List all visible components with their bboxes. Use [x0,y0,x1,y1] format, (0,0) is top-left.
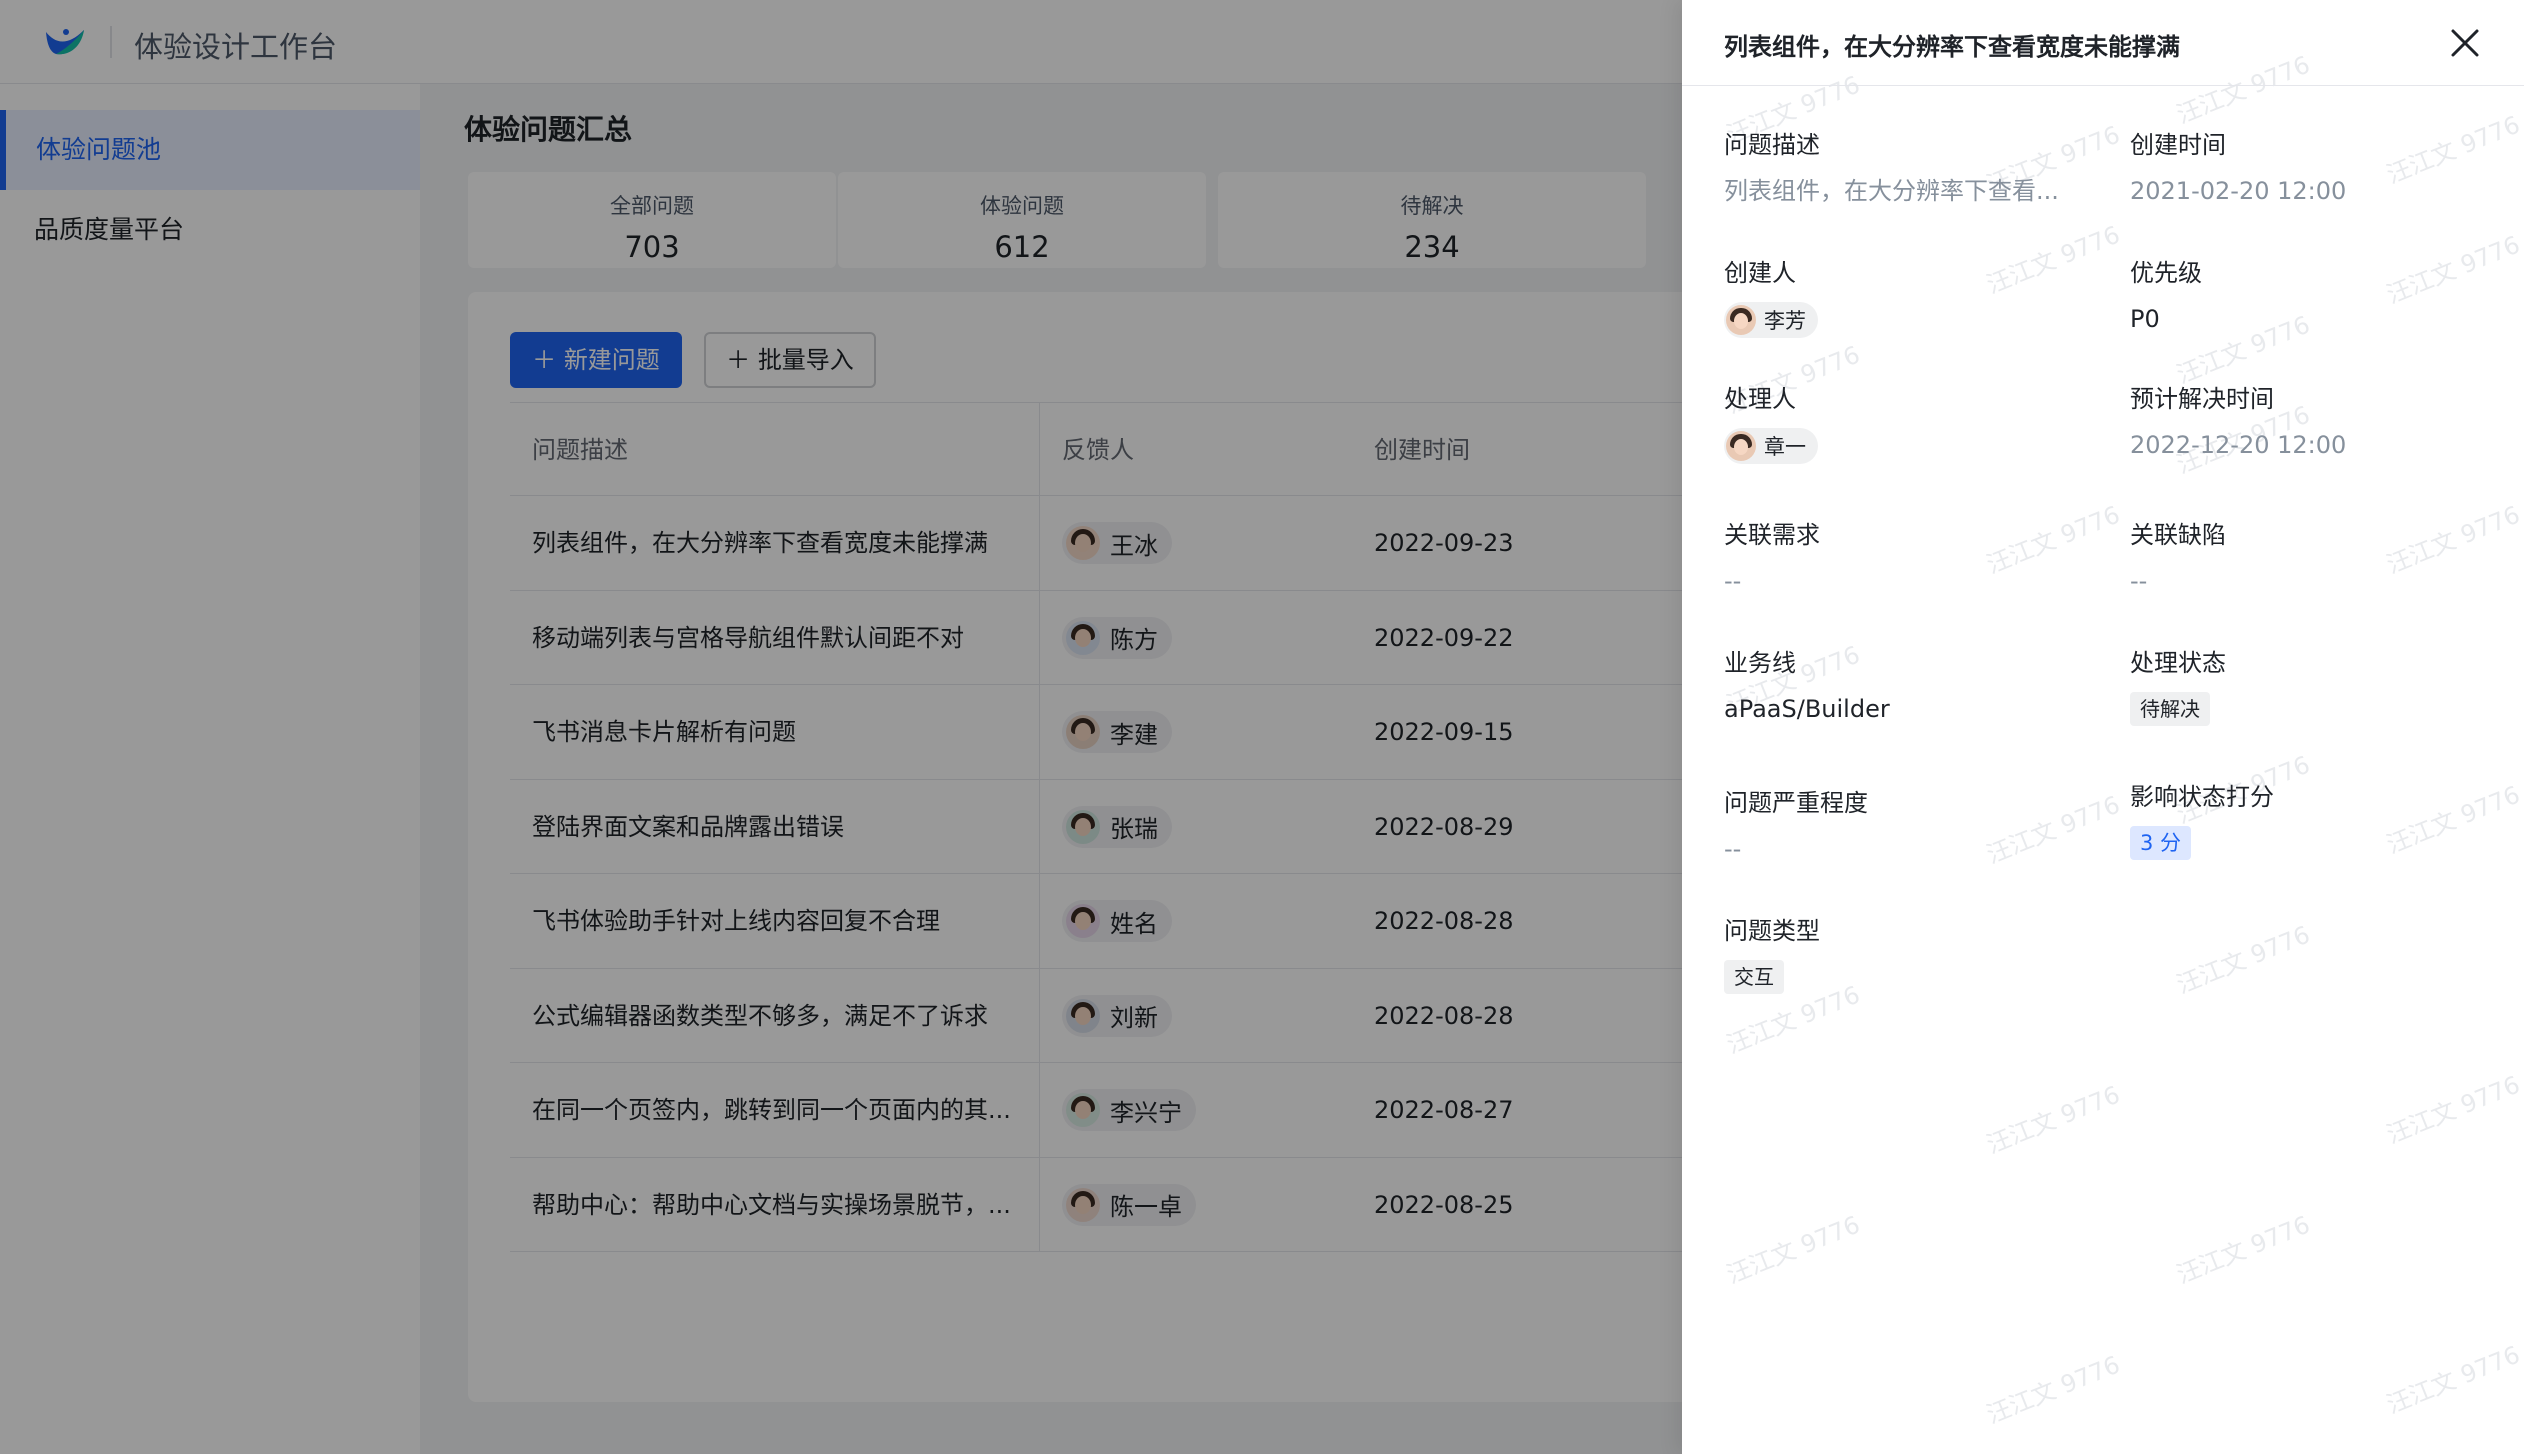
field-label: 处理状态 [2130,649,2226,677]
avatar [1726,305,1756,335]
field-label: 预计解决时间 [2130,385,2274,413]
field-label: 处理人 [1724,385,1796,413]
field-creator: 创建人 李芳 [1724,256,2104,339]
watermark-text: 汪江文 9776 [1982,1080,2124,1160]
avatar [1726,431,1756,461]
field-value: P0 [2130,305,2160,333]
impact-score-badge: 3 分 [2130,826,2192,860]
issue-type-badge: 交互 [1724,960,1784,994]
field-label: 创建人 [1724,259,1796,287]
watermark-text: 汪江文 9776 [2172,920,2314,1000]
drawer-title: 列表组件，在大分辨率下查看宽度未能撑满 [1724,33,2180,61]
field-handler: 处理人 章一 [1724,382,2104,465]
field-label: 创建时间 [2130,131,2226,159]
field-value: -- [1724,567,1742,595]
field-value: 列表组件，在大分辨率下查看... [1724,177,2059,205]
field-label: 关联缺陷 [2130,521,2226,549]
avatar-face [1734,439,1748,455]
field-label: 问题类型 [1724,917,1820,945]
watermark-text: 汪江文 9776 [1982,1350,2124,1430]
field-severity: 问题严重程度 -- [1724,786,2104,866]
field-label: 问题严重程度 [1724,789,1868,817]
field-created-time: 创建时间 2021-02-20 12:00 [2130,128,2510,208]
field-value: -- [1724,835,1742,863]
issue-detail-drawer: 汪江文 9776 汪江文 9776 汪江文 9776 汪江文 9776 汪江文 9776… [1682,0,2524,1454]
field-priority: 优先级 P0 [2130,256,2510,336]
avatar-face [1734,313,1748,329]
watermark-text: 汪江文 9776 [1722,1210,1864,1290]
field-issue-type: 问题类型 交互 [1724,914,2104,994]
creator-chip[interactable]: 李芳 [1724,302,1818,338]
handler-chip[interactable]: 章一 [1724,428,1818,464]
field-expected-time: 预计解决时间 2022-12-20 12:00 [2130,382,2510,462]
field-status: 处理状态 待解决 [2130,646,2510,726]
handler-name: 章一 [1764,435,1806,459]
field-label: 优先级 [2130,259,2202,287]
drawer-header: 列表组件，在大分辨率下查看宽度未能撑满 [1682,0,2524,86]
field-description: 问题描述 列表组件，在大分辨率下查看... [1724,128,2104,208]
field-label: 业务线 [1724,649,1796,677]
field-value: 2021-02-20 12:00 [2130,177,2347,205]
field-label: 影响状态打分 [2130,783,2274,811]
field-related-bug: 关联缺陷 -- [2130,518,2510,598]
field-value: -- [2130,567,2148,595]
watermark-text: 汪江文 9776 [2382,1340,2524,1420]
field-label: 问题描述 [1724,131,1820,159]
status-badge: 待解决 [2130,692,2210,726]
creator-name: 李芳 [1764,309,1806,333]
field-business-line: 业务线 aPaaS/Builder [1724,646,2104,726]
field-label: 关联需求 [1724,521,1820,549]
field-value: 2022-12-20 12:00 [2130,431,2347,459]
watermark-text: 汪江文 9776 [2172,1210,2314,1290]
field-impact-score: 影响状态打分 3 分 [2130,780,2510,860]
field-value: aPaaS/Builder [1724,695,1890,723]
field-related-requirement: 关联需求 -- [1724,518,2104,598]
watermark-text: 汪江文 9776 [2382,1070,2524,1150]
close-icon[interactable] [2448,26,2482,60]
